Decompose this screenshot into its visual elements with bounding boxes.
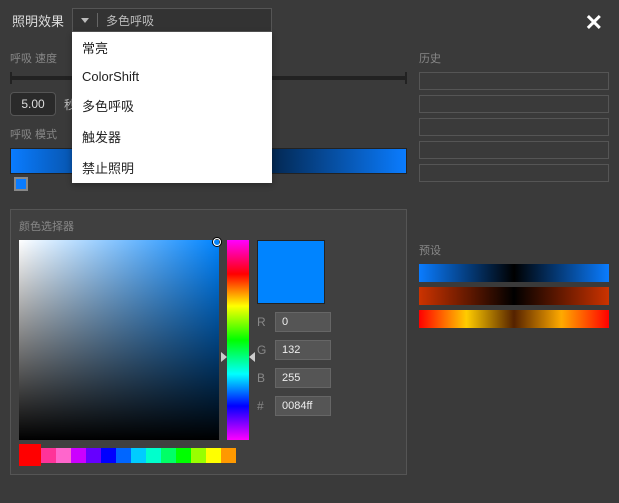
dropdown-option[interactable]: ColorShift: [72, 63, 272, 90]
history-section: 历史: [419, 50, 609, 182]
r-input[interactable]: [275, 312, 331, 332]
effect-dropdown[interactable]: 多色呼吸 常亮 ColorShift 多色呼吸 触发器 禁止照明: [72, 8, 272, 32]
g-label: G: [257, 343, 269, 357]
swatch[interactable]: [191, 448, 206, 463]
preset-item[interactable]: [419, 287, 609, 305]
history-slot[interactable]: [419, 95, 609, 113]
hue-slider[interactable]: [227, 240, 249, 440]
history-slot[interactable]: [419, 118, 609, 136]
dropdown-option[interactable]: 多色呼吸: [72, 90, 272, 121]
dropdown-list: 常亮 ColorShift 多色呼吸 触发器 禁止照明: [72, 32, 272, 183]
swatch[interactable]: [221, 448, 236, 463]
hex-label: #: [257, 399, 269, 413]
history-label: 历史: [419, 50, 609, 66]
b-label: B: [257, 371, 269, 385]
speed-input[interactable]: [10, 92, 56, 116]
history-slot[interactable]: [419, 72, 609, 90]
swatch[interactable]: [206, 448, 221, 463]
presets-label: 预设: [419, 242, 609, 258]
swatch[interactable]: [41, 448, 56, 463]
panel-title: 照明效果: [12, 11, 64, 30]
b-input[interactable]: [275, 368, 331, 388]
chevron-down-icon: [81, 18, 89, 23]
swatch[interactable]: [146, 448, 161, 463]
hue-handle[interactable]: [249, 352, 255, 362]
swatch[interactable]: [131, 448, 146, 463]
picker-label: 颜色选择器: [19, 218, 398, 234]
history-slot[interactable]: [419, 141, 609, 159]
swatch[interactable]: [176, 448, 191, 463]
separator: [97, 13, 98, 27]
dropdown-selected[interactable]: 多色呼吸: [72, 8, 272, 32]
r-label: R: [257, 315, 269, 329]
sv-panel[interactable]: [19, 240, 219, 440]
dropdown-value: 多色呼吸: [106, 12, 154, 29]
swatch[interactable]: [71, 448, 86, 463]
presets-section: 预设: [419, 242, 609, 328]
preset-item[interactable]: [419, 264, 609, 282]
swatch[interactable]: [56, 448, 71, 463]
swatch[interactable]: [161, 448, 176, 463]
swatch[interactable]: [116, 448, 131, 463]
color-preview: [257, 240, 325, 304]
dropdown-option[interactable]: 触发器: [72, 121, 272, 152]
preset-item[interactable]: [419, 310, 609, 328]
swatch-row: [19, 448, 398, 466]
sv-cursor[interactable]: [213, 238, 221, 246]
hex-input[interactable]: [275, 396, 331, 416]
swatch[interactable]: [19, 444, 41, 466]
dropdown-option[interactable]: 常亮: [72, 32, 272, 63]
history-slot[interactable]: [419, 164, 609, 182]
swatch[interactable]: [101, 448, 116, 463]
g-input[interactable]: [275, 340, 331, 360]
hue-handle[interactable]: [221, 352, 227, 362]
dropdown-option[interactable]: 禁止照明: [72, 152, 272, 183]
close-icon[interactable]: ✕: [585, 10, 603, 36]
swatch[interactable]: [86, 448, 101, 463]
gradient-handle[interactable]: [14, 177, 28, 191]
